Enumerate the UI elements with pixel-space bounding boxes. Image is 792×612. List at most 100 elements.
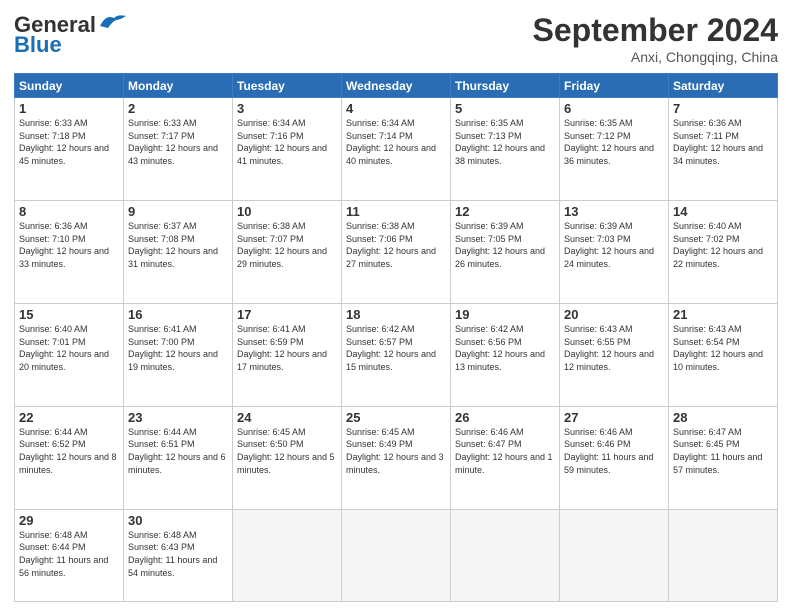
day-number: 14 [673,204,773,219]
day-info: Sunrise: 6:41 AMSunset: 7:00 PMDaylight:… [128,323,228,373]
table-row: 21 Sunrise: 6:43 AMSunset: 6:54 PMDaylig… [669,303,778,406]
day-info: Sunrise: 6:37 AMSunset: 7:08 PMDaylight:… [128,220,228,270]
day-number: 27 [564,410,664,425]
day-info: Sunrise: 6:38 AMSunset: 7:06 PMDaylight:… [346,220,446,270]
day-info: Sunrise: 6:40 AMSunset: 7:01 PMDaylight:… [19,323,119,373]
table-row: 18 Sunrise: 6:42 AMSunset: 6:57 PMDaylig… [342,303,451,406]
table-row: 10 Sunrise: 6:38 AMSunset: 7:07 PMDaylig… [233,200,342,303]
table-row: 16 Sunrise: 6:41 AMSunset: 7:00 PMDaylig… [124,303,233,406]
table-row: 8 Sunrise: 6:36 AMSunset: 7:10 PMDayligh… [15,200,124,303]
day-number: 4 [346,101,446,116]
day-info: Sunrise: 6:43 AMSunset: 6:55 PMDaylight:… [564,323,664,373]
table-row: 29 Sunrise: 6:48 AMSunset: 6:44 PMDaylig… [15,509,124,601]
day-info: Sunrise: 6:33 AMSunset: 7:18 PMDaylight:… [19,117,119,167]
table-row: 19 Sunrise: 6:42 AMSunset: 6:56 PMDaylig… [451,303,560,406]
table-row: 7 Sunrise: 6:36 AMSunset: 7:11 PMDayligh… [669,98,778,201]
table-row: 25 Sunrise: 6:45 AMSunset: 6:49 PMDaylig… [342,406,451,509]
table-row: 6 Sunrise: 6:35 AMSunset: 7:12 PMDayligh… [560,98,669,201]
day-number: 11 [346,204,446,219]
table-row: 15 Sunrise: 6:40 AMSunset: 7:01 PMDaylig… [15,303,124,406]
day-number: 2 [128,101,228,116]
table-row: 22 Sunrise: 6:44 AMSunset: 6:52 PMDaylig… [15,406,124,509]
day-number: 26 [455,410,555,425]
day-info: Sunrise: 6:34 AMSunset: 7:14 PMDaylight:… [346,117,446,167]
calendar-table: Sunday Monday Tuesday Wednesday Thursday… [14,73,778,602]
table-row: 24 Sunrise: 6:45 AMSunset: 6:50 PMDaylig… [233,406,342,509]
title-area: September 2024 Anxi, Chongqing, China [533,12,778,65]
col-tuesday: Tuesday [233,74,342,98]
day-number: 13 [564,204,664,219]
col-wednesday: Wednesday [342,74,451,98]
day-number: 7 [673,101,773,116]
day-number: 8 [19,204,119,219]
table-row: 4 Sunrise: 6:34 AMSunset: 7:14 PMDayligh… [342,98,451,201]
col-sunday: Sunday [15,74,124,98]
day-info: Sunrise: 6:39 AMSunset: 7:03 PMDaylight:… [564,220,664,270]
day-info: Sunrise: 6:34 AMSunset: 7:16 PMDaylight:… [237,117,337,167]
day-number: 15 [19,307,119,322]
day-info: Sunrise: 6:39 AMSunset: 7:05 PMDaylight:… [455,220,555,270]
table-row: 23 Sunrise: 6:44 AMSunset: 6:51 PMDaylig… [124,406,233,509]
day-info: Sunrise: 6:33 AMSunset: 7:17 PMDaylight:… [128,117,228,167]
day-info: Sunrise: 6:36 AMSunset: 7:10 PMDaylight:… [19,220,119,270]
table-row: 17 Sunrise: 6:41 AMSunset: 6:59 PMDaylig… [233,303,342,406]
day-info: Sunrise: 6:35 AMSunset: 7:12 PMDaylight:… [564,117,664,167]
table-row: 11 Sunrise: 6:38 AMSunset: 7:06 PMDaylig… [342,200,451,303]
table-row: 26 Sunrise: 6:46 AMSunset: 6:47 PMDaylig… [451,406,560,509]
day-info: Sunrise: 6:45 AMSunset: 6:50 PMDaylight:… [237,426,337,476]
day-info: Sunrise: 6:45 AMSunset: 6:49 PMDaylight:… [346,426,446,476]
table-row: 2 Sunrise: 6:33 AMSunset: 7:17 PMDayligh… [124,98,233,201]
day-number: 28 [673,410,773,425]
table-row: 5 Sunrise: 6:35 AMSunset: 7:13 PMDayligh… [451,98,560,201]
day-number: 20 [564,307,664,322]
day-info: Sunrise: 6:44 AMSunset: 6:52 PMDaylight:… [19,426,119,476]
table-row: 13 Sunrise: 6:39 AMSunset: 7:03 PMDaylig… [560,200,669,303]
day-number: 10 [237,204,337,219]
col-saturday: Saturday [669,74,778,98]
day-info: Sunrise: 6:43 AMSunset: 6:54 PMDaylight:… [673,323,773,373]
day-number: 24 [237,410,337,425]
day-number: 19 [455,307,555,322]
day-number: 5 [455,101,555,116]
day-info: Sunrise: 6:46 AMSunset: 6:46 PMDaylight:… [564,426,664,476]
page: General Blue September 2024 Anxi, Chongq… [0,0,792,612]
table-row: 1 Sunrise: 6:33 AMSunset: 7:18 PMDayligh… [15,98,124,201]
col-friday: Friday [560,74,669,98]
day-info: Sunrise: 6:44 AMSunset: 6:51 PMDaylight:… [128,426,228,476]
logo: General Blue [14,12,126,58]
day-number: 29 [19,513,119,528]
logo-bird-icon [98,12,126,30]
month-title: September 2024 [533,12,778,49]
day-number: 30 [128,513,228,528]
day-number: 9 [128,204,228,219]
table-row: 20 Sunrise: 6:43 AMSunset: 6:55 PMDaylig… [560,303,669,406]
day-info: Sunrise: 6:46 AMSunset: 6:47 PMDaylight:… [455,426,555,476]
table-row [342,509,451,601]
day-number: 1 [19,101,119,116]
table-row: 27 Sunrise: 6:46 AMSunset: 6:46 PMDaylig… [560,406,669,509]
day-info: Sunrise: 6:48 AMSunset: 6:43 PMDaylight:… [128,529,228,579]
logo-blue: Blue [14,32,62,58]
table-row [560,509,669,601]
day-info: Sunrise: 6:40 AMSunset: 7:02 PMDaylight:… [673,220,773,270]
day-info: Sunrise: 6:47 AMSunset: 6:45 PMDaylight:… [673,426,773,476]
day-info: Sunrise: 6:41 AMSunset: 6:59 PMDaylight:… [237,323,337,373]
day-info: Sunrise: 6:48 AMSunset: 6:44 PMDaylight:… [19,529,119,579]
day-number: 23 [128,410,228,425]
table-row: 3 Sunrise: 6:34 AMSunset: 7:16 PMDayligh… [233,98,342,201]
calendar-header-row: Sunday Monday Tuesday Wednesday Thursday… [15,74,778,98]
table-row [669,509,778,601]
day-info: Sunrise: 6:36 AMSunset: 7:11 PMDaylight:… [673,117,773,167]
day-number: 6 [564,101,664,116]
day-number: 18 [346,307,446,322]
table-row: 30 Sunrise: 6:48 AMSunset: 6:43 PMDaylig… [124,509,233,601]
day-number: 25 [346,410,446,425]
table-row: 14 Sunrise: 6:40 AMSunset: 7:02 PMDaylig… [669,200,778,303]
col-monday: Monday [124,74,233,98]
header: General Blue September 2024 Anxi, Chongq… [14,12,778,65]
day-info: Sunrise: 6:38 AMSunset: 7:07 PMDaylight:… [237,220,337,270]
location: Anxi, Chongqing, China [533,49,778,65]
table-row: 28 Sunrise: 6:47 AMSunset: 6:45 PMDaylig… [669,406,778,509]
day-info: Sunrise: 6:42 AMSunset: 6:57 PMDaylight:… [346,323,446,373]
day-info: Sunrise: 6:42 AMSunset: 6:56 PMDaylight:… [455,323,555,373]
